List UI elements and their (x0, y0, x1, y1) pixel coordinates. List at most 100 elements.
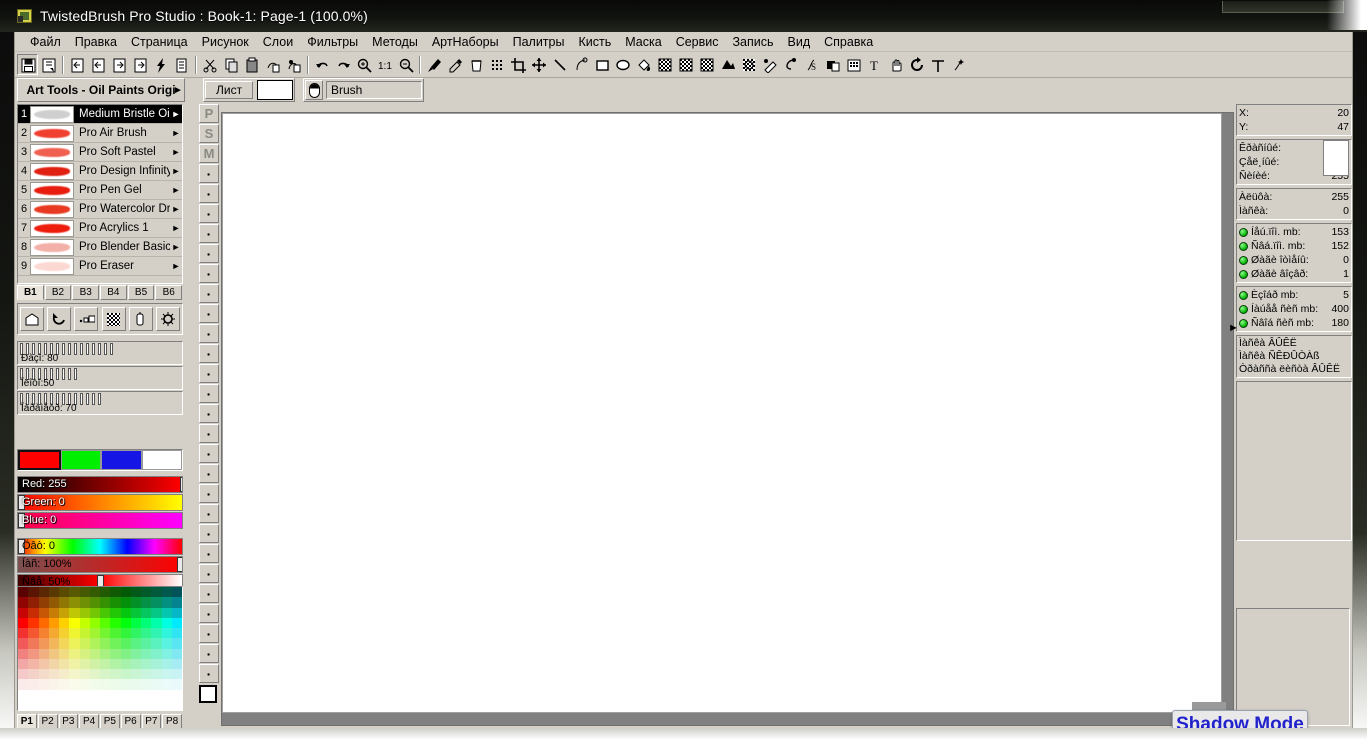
palette-swatch[interactable] (100, 628, 111, 639)
palette-swatch[interactable] (48, 628, 59, 639)
color-preview-swatch-2[interactable] (101, 450, 142, 470)
palette-swatch[interactable] (69, 689, 80, 700)
palette-swatch[interactable] (151, 689, 162, 700)
palette-swatch[interactable] (79, 587, 90, 598)
palette-swatch[interactable] (28, 699, 39, 710)
green-slider[interactable]: Green: 0 (17, 494, 183, 511)
palette-swatch[interactable] (110, 648, 121, 659)
symmetry-icon[interactable] (927, 54, 948, 75)
mini-strip-button-26[interactable]: · (199, 624, 219, 643)
mini-strip-button-11[interactable]: · (199, 324, 219, 343)
gradient-icon[interactable] (654, 54, 675, 75)
palette-swatch[interactable] (38, 607, 49, 618)
menu-item-8[interactable]: Палитры (506, 33, 572, 51)
palette-swatch[interactable] (59, 587, 70, 598)
mini-strip-button-7[interactable]: · (199, 244, 219, 263)
zoom-in-icon[interactable] (353, 54, 374, 75)
palette-swatch[interactable] (130, 648, 141, 659)
smudge-icon[interactable] (780, 54, 801, 75)
zoom-out-icon[interactable] (395, 54, 416, 75)
brush-tab-B5[interactable]: B5 (127, 285, 155, 300)
rotate-icon[interactable] (906, 54, 927, 75)
palette-swatch[interactable] (38, 617, 49, 628)
palette-tab-P3[interactable]: P3 (58, 714, 79, 729)
palette-swatch[interactable] (48, 699, 59, 710)
mini-strip-button-28[interactable]: · (199, 664, 219, 683)
palette-swatch[interactable] (48, 607, 59, 618)
palette-swatch[interactable] (100, 587, 111, 598)
ellipse-icon[interactable] (612, 54, 633, 75)
palette-swatch[interactable] (38, 587, 49, 598)
brush-list-item[interactable]: 3 Pro Soft Pastel ► (18, 143, 182, 162)
palette-swatch[interactable] (110, 628, 121, 639)
art-set-selector[interactable]: Art Tools - Oil Paints Origi ► (17, 78, 185, 102)
save-icon[interactable] (17, 54, 38, 75)
cut-icon[interactable] (199, 54, 220, 75)
palette-tab-P7[interactable]: P7 (141, 714, 162, 729)
palette-swatch[interactable] (171, 689, 182, 700)
chevron-right-icon[interactable]: ► (170, 261, 182, 271)
brush-list-item[interactable]: 4 Pro Design Infinity Pa► (18, 162, 182, 181)
palette-swatch[interactable] (161, 638, 172, 649)
palette-swatch[interactable] (141, 628, 152, 639)
palette-swatch[interactable] (79, 689, 90, 700)
palette-swatch[interactable] (151, 648, 162, 659)
palette-swatch[interactable] (110, 617, 121, 628)
palette-tab-P5[interactable]: P5 (100, 714, 120, 729)
hue-slider[interactable]: Öâò: 0 (17, 538, 183, 555)
menu-item-7[interactable]: АртНаборы (425, 33, 506, 51)
palette-swatch[interactable] (130, 587, 141, 598)
mini-strip-button-2[interactable]: M (199, 144, 219, 163)
palette-swatch[interactable] (151, 597, 162, 608)
mini-strip-button-8[interactable]: · (199, 264, 219, 283)
fill-paste-icon[interactable] (283, 54, 304, 75)
palette-swatch[interactable] (130, 679, 141, 690)
palette-swatch[interactable] (38, 648, 49, 659)
palette-swatch[interactable] (141, 587, 152, 598)
palette-swatch[interactable] (18, 669, 29, 680)
palette-swatch[interactable] (28, 587, 39, 598)
palette-swatch[interactable] (120, 689, 131, 700)
menu-item-2[interactable]: Страница (124, 33, 195, 51)
palette-swatch[interactable] (69, 669, 80, 680)
checker-fill-icon[interactable] (675, 54, 696, 75)
rectangle-icon[interactable] (591, 54, 612, 75)
mask-icon[interactable] (717, 54, 738, 75)
red-slider[interactable]: Red: 255 (17, 476, 183, 493)
mini-strip-button-27[interactable]: · (199, 644, 219, 663)
palette-swatch[interactable] (59, 669, 70, 680)
crop-icon[interactable] (507, 54, 528, 75)
palette-swatch[interactable] (161, 658, 172, 669)
brush-list-item[interactable]: 8 Pro Blender Basic ► (18, 238, 182, 257)
palette-swatch[interactable] (89, 669, 100, 680)
palette-swatch[interactable] (59, 658, 70, 669)
saturation-slider[interactable]: Íàñ: 100% (17, 556, 183, 573)
palette-swatch[interactable] (171, 699, 182, 710)
palette-swatch[interactable] (28, 669, 39, 680)
palette-swatch[interactable] (100, 699, 111, 710)
palette-swatch[interactable] (141, 617, 152, 628)
eyedropper-icon[interactable] (444, 54, 465, 75)
blue-slider[interactable]: Blue: 0 (17, 512, 183, 529)
palette-swatch[interactable] (48, 617, 59, 628)
mini-strip-button-17[interactable]: · (199, 444, 219, 463)
collapse-arrow-icon[interactable]: ► (1228, 322, 1239, 334)
menu-item-5[interactable]: Фильтры (300, 33, 365, 51)
palette-swatch[interactable] (171, 617, 182, 628)
palette-swatch[interactable] (151, 638, 162, 649)
palette-swatch[interactable] (120, 597, 131, 608)
palette-swatch[interactable] (171, 679, 182, 690)
menu-item-4[interactable]: Слои (256, 33, 300, 51)
mini-strip-button-13[interactable]: · (199, 364, 219, 383)
palette-swatch[interactable] (100, 648, 111, 659)
palette-swatch[interactable] (130, 669, 141, 680)
palette-swatch[interactable] (89, 628, 100, 639)
palette-swatch[interactable] (59, 597, 70, 608)
palette-swatch[interactable] (151, 669, 162, 680)
palette-swatch[interactable] (79, 669, 90, 680)
sheet-color-swatch[interactable] (257, 80, 294, 100)
palette-swatch[interactable] (120, 699, 131, 710)
palette-swatch[interactable] (28, 648, 39, 659)
palette-swatch[interactable] (171, 607, 182, 618)
palette-swatch[interactable] (130, 617, 141, 628)
